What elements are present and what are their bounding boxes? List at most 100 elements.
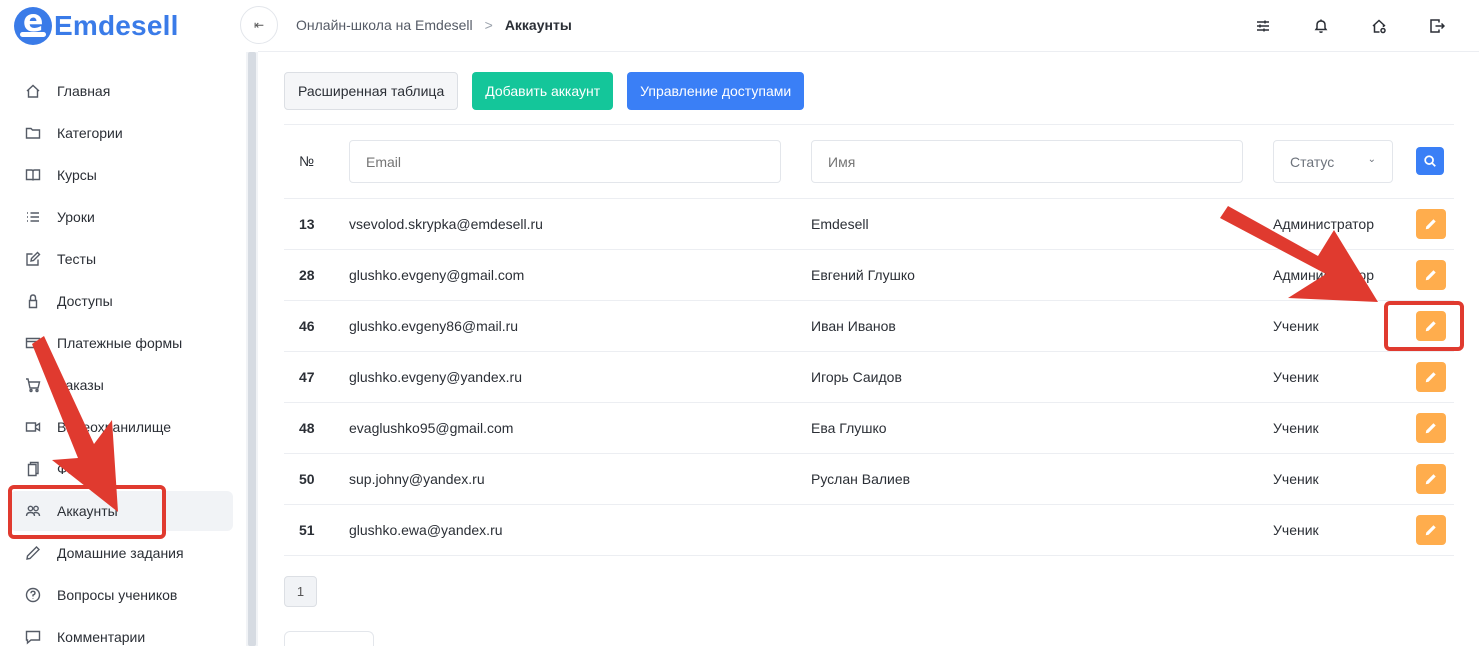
account-email: glushko.evgeny@gmail.com — [349, 267, 525, 283]
home-settings-icon[interactable] — [1367, 14, 1391, 38]
email-filter-input[interactable] — [349, 140, 781, 183]
sidebar-item-comments[interactable]: Комментарии — [10, 617, 233, 646]
pencil-icon — [1425, 372, 1436, 383]
table-row: 50 sup.johny@yandex.ru Руслан Валиев Ученик — [284, 453, 1454, 504]
account-id: 13 — [299, 216, 315, 232]
book-icon — [24, 166, 42, 184]
search-icon — [1424, 155, 1436, 167]
pagination-page-button[interactable]: 1 — [284, 576, 317, 607]
sidebar-item-home[interactable]: Главная — [10, 71, 233, 111]
account-email: sup.johny@yandex.ru — [349, 471, 485, 487]
add-account-button[interactable]: Добавить аккаунт — [472, 72, 614, 110]
logo-badge-icon: e — [14, 4, 52, 45]
list-icon — [24, 208, 42, 226]
account-id: 47 — [299, 369, 315, 385]
sidebar-item-lessons[interactable]: Уроки — [10, 197, 233, 237]
divider — [284, 124, 1454, 125]
name-filter-input[interactable] — [811, 140, 1243, 183]
sidebar-item-access[interactable]: Доступы — [10, 281, 233, 321]
folder-icon — [24, 124, 42, 142]
account-name: Руслан Валиев — [811, 471, 911, 487]
comment-icon — [24, 628, 42, 646]
status-filter-label: Статус — [1290, 153, 1335, 170]
sidebar-collapse-button[interactable]: ⇤ — [240, 6, 278, 44]
breadcrumb-parent-link[interactable]: Онлайн-школа на Emdesell — [296, 17, 473, 33]
edit-account-button[interactable] — [1416, 515, 1446, 545]
edit-account-button[interactable] — [1416, 260, 1446, 290]
sidebar-item-payment-forms[interactable]: Платежные формы — [10, 323, 233, 363]
sidebar-item-label: Платежные формы — [57, 335, 183, 351]
page-size-select[interactable] — [284, 631, 374, 646]
header-actions — [1251, 14, 1449, 38]
sidebar-item-video-storage[interactable]: Видеохранилище — [10, 407, 233, 447]
sidebar-item-label: Доступы — [57, 293, 113, 309]
annotation-highlight-accounts — [8, 485, 166, 539]
sidebar-scrollbar[interactable] — [246, 52, 258, 646]
edit-account-button[interactable] — [1416, 413, 1446, 443]
brand-name: Emdesell — [54, 10, 179, 41]
account-email: glushko.evgeny@yandex.ru — [349, 369, 522, 385]
status-filter-select[interactable]: Статус ⌄ — [1273, 140, 1393, 183]
sidebar-nav: Главная Категории Курсы Уроки Тесты Дост… — [10, 71, 233, 646]
sidebar-item-files[interactable]: Файлы — [10, 449, 233, 489]
account-name: Ева Глушко — [811, 420, 887, 436]
breadcrumb-separator: > — [484, 17, 493, 33]
sidebar-item-label: Уроки — [57, 209, 95, 225]
pencil-icon — [1425, 525, 1436, 536]
annotation-highlight-edit-button — [1384, 301, 1464, 351]
search-button[interactable] — [1416, 147, 1444, 175]
account-role: Ученик — [1273, 369, 1319, 385]
account-email: glushko.evgeny86@mail.ru — [349, 318, 519, 334]
sidebar-item-label: Домашние задания — [57, 545, 184, 561]
number-column-header: № — [299, 153, 315, 169]
edit-account-button[interactable] — [1416, 209, 1446, 239]
sidebar-item-homework[interactable]: Домашние задания — [10, 533, 233, 573]
account-name: Emdesell — [811, 216, 869, 232]
account-role: Ученик — [1273, 420, 1319, 436]
account-id: 50 — [299, 471, 315, 487]
account-role: Администратор — [1273, 216, 1375, 232]
breadcrumb-current: Аккаунты — [504, 17, 572, 33]
account-email: vsevolod.skrypka@emdesell.ru — [349, 216, 543, 232]
bell-icon[interactable] — [1309, 14, 1333, 38]
sidebar-item-categories[interactable]: Категории — [10, 113, 233, 153]
account-role: Ученик — [1273, 471, 1319, 487]
sidebar-item-label: Курсы — [57, 167, 97, 183]
pencil-icon — [1425, 219, 1436, 230]
toolbar: Расширенная таблица Добавить аккаунт Упр… — [284, 72, 805, 110]
edit-account-button[interactable] — [1416, 362, 1446, 392]
pencil-icon — [24, 544, 42, 562]
account-name: Игорь Саидов — [811, 369, 902, 385]
sidebar-item-label: Вопросы учеников — [57, 587, 178, 603]
table-row: 48 evaglushko95@gmail.com Ева Глушко Ученик — [284, 402, 1454, 453]
help-icon — [24, 586, 42, 604]
chevron-down-icon: ⌄ — [1367, 154, 1376, 165]
home-icon — [24, 82, 42, 100]
sidebar-item-orders[interactable]: Заказы — [10, 365, 233, 405]
account-role: Ученик — [1273, 318, 1319, 334]
edit-account-button[interactable] — [1416, 464, 1446, 494]
sliders-icon[interactable] — [1251, 14, 1275, 38]
account-role: Администратор — [1273, 267, 1375, 283]
pencil-icon — [1425, 423, 1436, 434]
pencil-icon — [1425, 474, 1436, 485]
sidebar-item-label: Комментарии — [57, 629, 146, 645]
sidebar-item-student-questions[interactable]: Вопросы учеников — [10, 575, 233, 615]
file-icon — [24, 460, 42, 478]
sidebar-item-tests[interactable]: Тесты — [10, 239, 233, 279]
account-email: evaglushko95@gmail.com — [349, 420, 514, 436]
brand-logo[interactable]: e Emdesell — [14, 4, 179, 45]
sidebar-item-courses[interactable]: Курсы — [10, 155, 233, 195]
logout-icon[interactable] — [1425, 14, 1449, 38]
manage-access-button[interactable]: Управление доступами — [627, 72, 805, 110]
sidebar-scrollbar-thumb[interactable] — [248, 52, 256, 646]
lock-icon — [24, 292, 42, 310]
sidebar: e Emdesell Главная Категории Курсы Уроки… — [0, 0, 246, 646]
video-icon — [24, 418, 42, 436]
account-id: 28 — [299, 267, 315, 283]
table-row: 51 glushko.ewa@yandex.ru Ученик — [284, 504, 1454, 555]
extended-table-button[interactable]: Расширенная таблица — [284, 72, 459, 110]
account-email: glushko.ewa@yandex.ru — [349, 522, 503, 538]
table-row: 47 glushko.evgeny@yandex.ru Игорь Саидов Уч… — [284, 351, 1454, 402]
table-row: 28 glushko.evgeny@gmail.com Евгений Глушко… — [284, 249, 1454, 300]
